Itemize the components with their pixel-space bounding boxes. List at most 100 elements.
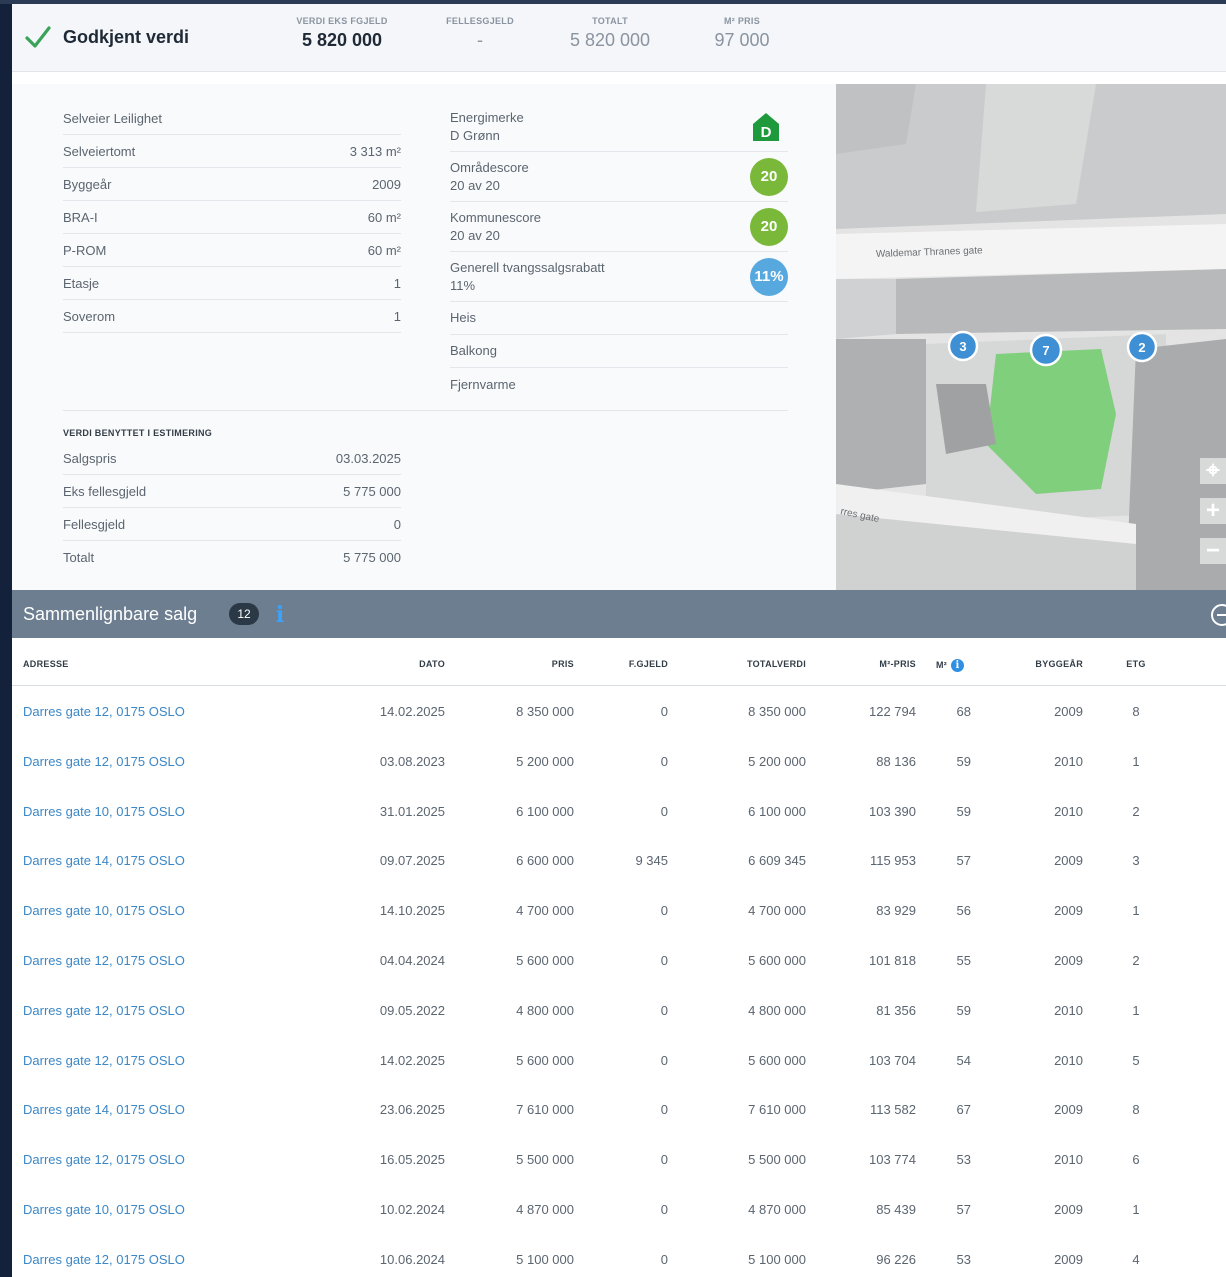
- cell-address[interactable]: Darres gate 14, 0175 OSLO: [23, 853, 185, 868]
- cell-address[interactable]: Darres gate 10, 0175 OSLO: [23, 903, 185, 918]
- cell-total-value: 6 100 000: [748, 803, 806, 819]
- cell-date: 09.05.2022: [379, 1002, 445, 1018]
- stat-value: 5 820 000: [301, 30, 383, 50]
- table-row[interactable]: Darres gate 10, 0175 OSLO 31.01.2025 6 100…: [12, 786, 1226, 836]
- col-total-value[interactable]: TOTALVERDI: [706, 659, 806, 669]
- table-row[interactable]: Darres gate 14, 0175 OSLO 23.06.2025 7 610…: [12, 1084, 1226, 1134]
- cell-floor: 2: [1132, 803, 1140, 819]
- cell-address[interactable]: Darres gate 12, 0175 OSLO: [23, 704, 185, 719]
- cell-total-value: 4 700 000: [748, 903, 806, 919]
- cell-address[interactable]: Darres gate 12, 0175 OSLO: [23, 754, 185, 769]
- cell-sqm: 59: [956, 1002, 971, 1018]
- stat-label: FELLESGJELD: [446, 16, 514, 26]
- cell-total-value: 5 600 000: [748, 952, 806, 968]
- cell-floor: 1: [1132, 1002, 1140, 1018]
- cell-date: 31.01.2025: [379, 803, 445, 819]
- table-row[interactable]: Darres gate 12, 0175 OSLO 09.05.2022 4 800…: [12, 985, 1226, 1035]
- col-sqm[interactable]: M² i: [936, 659, 965, 672]
- cell-address[interactable]: Darres gate 10, 0175 OSLO: [23, 1202, 185, 1217]
- forced-sale-sub: 11%: [450, 277, 476, 293]
- col-common-debt[interactable]: F.GJELD: [588, 659, 668, 669]
- cell-total-value: 5 500 000: [748, 1152, 806, 1168]
- map-marker-label: 2: [1138, 340, 1145, 355]
- cell-build-year: 2009: [1054, 1102, 1083, 1118]
- col-floor[interactable]: ETG: [1123, 659, 1149, 669]
- cell-floor: 2: [1132, 952, 1140, 968]
- table-row[interactable]: Darres gate 12, 0175 OSLO 04.04.2024 5 600…: [12, 935, 1226, 985]
- property-info-panel: Selveier Leilighet Selveiertomt 3 313 m² …: [12, 84, 836, 590]
- table-row[interactable]: Darres gate 10, 0175 OSLO 10.02.2024 4 870…: [12, 1184, 1226, 1234]
- table-row[interactable]: Darres gate 10, 0175 OSLO 14.10.2025 4 700…: [12, 885, 1226, 935]
- table-row[interactable]: Darres gate 12, 0175 OSLO 03.08.2023 5 200…: [12, 736, 1226, 786]
- cell-price: 5 100 000: [516, 1251, 574, 1267]
- energy-sub: D Grønn: [450, 127, 500, 143]
- check-icon: [25, 26, 51, 48]
- table-row[interactable]: Darres gate 12, 0175 OSLO 14.02.2025 8 350…: [12, 686, 1226, 736]
- property-value: 60 m²: [367, 209, 401, 225]
- col-address[interactable]: ADRESSE: [23, 659, 69, 669]
- cell-address[interactable]: Darres gate 10, 0175 OSLO: [23, 804, 185, 819]
- sqm-info-icon[interactable]: i: [951, 659, 965, 672]
- estimation-value: 03.03.2025: [335, 450, 401, 466]
- estimation-row: Totalt 5 775 000: [63, 541, 401, 574]
- cell-common-debt: 0: [660, 903, 668, 919]
- table-row[interactable]: Darres gate 12, 0175 OSLO 16.05.2025 5 500…: [12, 1134, 1226, 1184]
- cell-address[interactable]: Darres gate 12, 0175 OSLO: [23, 1252, 185, 1267]
- feature-row: Fjernvarme: [450, 368, 788, 401]
- cell-sqm-price: 103 390: [869, 803, 916, 819]
- info-icon[interactable]: i: [272, 602, 288, 628]
- cell-floor: 4: [1132, 1251, 1140, 1267]
- property-label: BRA-I: [63, 209, 98, 225]
- estimation-row: Eks fellesgjeld 5 775 000: [63, 475, 401, 508]
- cell-price: 4 870 000: [516, 1201, 574, 1217]
- map-zoom-out-icon[interactable]: −: [1200, 537, 1226, 564]
- cell-floor: 8: [1132, 704, 1140, 719]
- cell-common-debt: 0: [660, 1251, 668, 1267]
- cell-total-value: 7 610 000: [748, 1102, 806, 1118]
- cell-common-debt: 0: [660, 1201, 668, 1217]
- forced-sale-badge: 11%: [750, 257, 788, 296]
- map-locate-icon[interactable]: ⌖: [1200, 457, 1226, 484]
- area-score-sub: 20 av 20: [450, 177, 500, 193]
- cell-address[interactable]: Darres gate 12, 0175 OSLO: [23, 1003, 185, 1018]
- col-price[interactable]: PRIS: [494, 659, 574, 669]
- estimation-value: 5 775 000: [343, 550, 401, 565]
- collapse-icon[interactable]: [1211, 604, 1226, 626]
- cell-common-debt: 0: [660, 1102, 668, 1118]
- map-canvas[interactable]: Waldemar Thranes gate rres gate 3 7 2: [836, 84, 1226, 590]
- property-label: Soverom: [63, 308, 116, 324]
- property-value: 3 313 m²: [349, 143, 401, 159]
- table-row[interactable]: Darres gate 12, 0175 OSLO 14.02.2025 5 600…: [12, 1035, 1226, 1085]
- cell-build-year: 2010: [1054, 1052, 1083, 1068]
- col-build-year[interactable]: BYGGEÅR: [1003, 659, 1083, 669]
- cell-common-debt: 0: [660, 1152, 668, 1168]
- cell-sqm-price: 96 226: [876, 1251, 916, 1267]
- cell-address[interactable]: Darres gate 12, 0175 OSLO: [23, 1053, 185, 1068]
- cell-address[interactable]: Darres gate 14, 0175 OSLO: [23, 1102, 185, 1117]
- cell-address[interactable]: Darres gate 12, 0175 OSLO: [23, 1152, 185, 1167]
- col-date[interactable]: DATO: [365, 659, 445, 669]
- table-row[interactable]: Darres gate 14, 0175 OSLO 09.07.2025 6 600…: [12, 835, 1226, 885]
- table-row[interactable]: Darres gate 12, 0175 OSLO 10.06.2024 5 100…: [12, 1234, 1226, 1277]
- property-value: 60 m²: [367, 242, 401, 258]
- cell-address[interactable]: Darres gate 12, 0175 OSLO: [23, 953, 185, 968]
- stat-value-ex-debt: VERDI EKS FGJELD 5 820 000: [274, 16, 410, 51]
- energy-label: Energimerke: [450, 109, 524, 125]
- map-marker-7: 7: [1029, 333, 1063, 367]
- map-zoom-in-icon[interactable]: +: [1200, 497, 1226, 524]
- col-sqm-price[interactable]: M²-PRIS: [836, 659, 916, 669]
- cell-floor: 1: [1132, 1201, 1140, 1217]
- cell-common-debt: 0: [660, 1002, 668, 1018]
- estimation-row: Fellesgjeld 0: [63, 508, 401, 541]
- cell-sqm-price: 103 774: [869, 1152, 916, 1168]
- cell-sqm: 59: [956, 803, 971, 819]
- cell-sqm-price: 113 582: [869, 1102, 916, 1118]
- estimation-label: Salgspris: [63, 450, 117, 466]
- property-label: Selveiertomt: [63, 143, 136, 159]
- comparables-title: Sammenlignbare salg: [23, 604, 198, 624]
- feature-row: Balkong: [450, 335, 788, 368]
- stat-label: M² PRIS: [723, 16, 761, 26]
- estimation-label: Fellesgjeld: [63, 516, 126, 532]
- property-map[interactable]: Waldemar Thranes gate rres gate 3 7 2 ⌖ …: [836, 84, 1226, 590]
- cell-sqm: 55: [956, 952, 971, 968]
